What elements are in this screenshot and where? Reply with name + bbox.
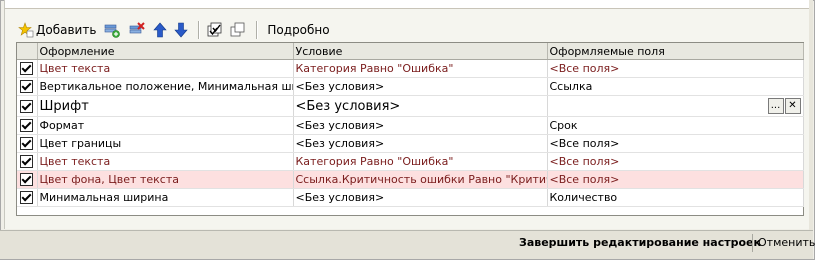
check-all-button[interactable] (205, 19, 225, 41)
uncheck-all-button[interactable] (228, 19, 248, 41)
row-checkbox[interactable] (20, 137, 34, 151)
table-row-editing[interactable]: Шрифт <Без условия> ... ✕ (17, 95, 804, 117)
condition-cell[interactable]: Категория Равно "Ошибка" (293, 152, 548, 171)
appearance-table: Оформление Условие Оформляемые поля Цвет… (16, 42, 804, 216)
toolbar: Добавить Подробно (16, 18, 796, 42)
finish-editing-button[interactable]: Завершить редактирование настроек (519, 236, 761, 249)
add-button-label: Добавить (36, 23, 97, 37)
row-checkbox[interactable] (20, 173, 34, 187)
header-checkbox[interactable] (17, 43, 38, 60)
uncheck-all-icon (231, 22, 245, 37)
delete-row-icon (130, 22, 146, 34)
condition-cell[interactable]: <Без условия> (293, 134, 548, 153)
table-row[interactable]: Вертикальное положение, Минимальная шири… (17, 77, 804, 96)
row-checkbox[interactable] (20, 99, 34, 113)
table-row[interactable]: Формат <Без условия> Срок (17, 116, 804, 135)
table-row[interactable]: Минимальная ширина <Без условия> Количес… (17, 188, 804, 207)
row-checkbox-cell[interactable] (17, 116, 38, 135)
fields-cell[interactable]: <Все поля> (547, 134, 804, 153)
table-header-row: Оформление Условие Оформляемые поля (17, 43, 804, 60)
appearance-cell[interactable]: Вертикальное положение, Минимальная шири… (37, 77, 294, 96)
fields-edit-cell[interactable]: ... ✕ (547, 95, 804, 117)
table-row[interactable]: Цвет текста Категория Равно "Ошибка" <Вс… (17, 152, 804, 171)
fields-cell[interactable]: <Все поля> (547, 152, 804, 171)
row-checkbox-cell[interactable] (17, 59, 38, 78)
fields-cell[interactable]: <Все поля> (547, 59, 804, 78)
condition-cell[interactable]: <Без условия> (293, 95, 548, 117)
window-right-edge (809, 0, 813, 258)
appearance-cell[interactable]: Цвет границы (37, 134, 294, 153)
fields-cell[interactable]: <Все поля> (547, 170, 804, 189)
appearance-cell[interactable]: Минимальная ширина (37, 188, 294, 207)
header-appearance[interactable]: Оформление (37, 43, 294, 60)
footer-separator (752, 234, 753, 252)
table-row[interactable]: Цвет границы <Без условия> <Все поля> (17, 134, 804, 153)
condition-cell[interactable]: Ссылка.Критичность ошибки Равно "Критичн… (293, 170, 548, 189)
top-strip (4, 0, 811, 8)
copy-row-icon (105, 24, 121, 38)
row-checkbox-cell[interactable] (17, 170, 38, 189)
clear-fields-button[interactable]: ✕ (784, 98, 801, 114)
toolbar-separator (256, 21, 259, 39)
arrow-up-icon (153, 22, 168, 38)
appearance-cell[interactable]: Шрифт (37, 95, 294, 117)
cancel-button[interactable]: Отменить (758, 236, 815, 249)
move-up-button[interactable] (151, 19, 169, 41)
copy-row-button[interactable] (101, 19, 123, 41)
row-checkbox[interactable] (20, 155, 34, 169)
row-checkbox-cell[interactable] (17, 95, 38, 117)
row-checkbox-cell[interactable] (17, 77, 38, 96)
fields-cell[interactable]: Срок (547, 116, 804, 135)
header-fields[interactable]: Оформляемые поля (547, 43, 804, 60)
toolbar-separator (198, 21, 201, 39)
appearance-cell[interactable]: Цвет текста (37, 59, 294, 78)
appearance-cell[interactable]: Цвет текста (37, 152, 294, 171)
condition-cell[interactable]: <Без условия> (293, 188, 548, 207)
condition-cell[interactable]: <Без условия> (293, 77, 548, 96)
row-checkbox[interactable] (20, 80, 34, 94)
appearance-cell[interactable]: Цвет фона, Цвет текста (37, 170, 294, 189)
arrow-down-icon (174, 22, 189, 38)
row-checkbox[interactable] (20, 191, 34, 205)
select-fields-button[interactable]: ... (767, 98, 784, 114)
condition-cell[interactable]: <Без условия> (293, 116, 548, 135)
add-star-icon (18, 22, 34, 38)
row-checkbox-cell[interactable] (17, 188, 38, 207)
table-row-highlighted[interactable]: Цвет фона, Цвет текста Ссылка.Критичност… (17, 170, 804, 189)
more-button-label: Подробно (267, 23, 330, 37)
fields-cell[interactable]: Количество (547, 188, 804, 207)
delete-row-button[interactable] (126, 19, 148, 41)
appearance-cell[interactable]: Формат (37, 116, 294, 135)
more-button[interactable]: Подробно (263, 19, 331, 41)
table-row[interactable]: Цвет текста Категория Равно "Ошибка" <Вс… (17, 59, 804, 78)
check-all-icon (208, 22, 222, 37)
row-checkbox[interactable] (20, 62, 34, 76)
condition-cell[interactable]: Категория Равно "Ошибка" (293, 59, 548, 78)
add-button[interactable]: Добавить (16, 19, 98, 41)
header-condition[interactable]: Условие (293, 43, 548, 60)
fields-cell[interactable]: Ссылка (547, 77, 804, 96)
move-down-button[interactable] (172, 19, 190, 41)
row-checkbox-cell[interactable] (17, 134, 38, 153)
row-checkbox[interactable] (20, 119, 34, 133)
row-checkbox-cell[interactable] (17, 152, 38, 171)
